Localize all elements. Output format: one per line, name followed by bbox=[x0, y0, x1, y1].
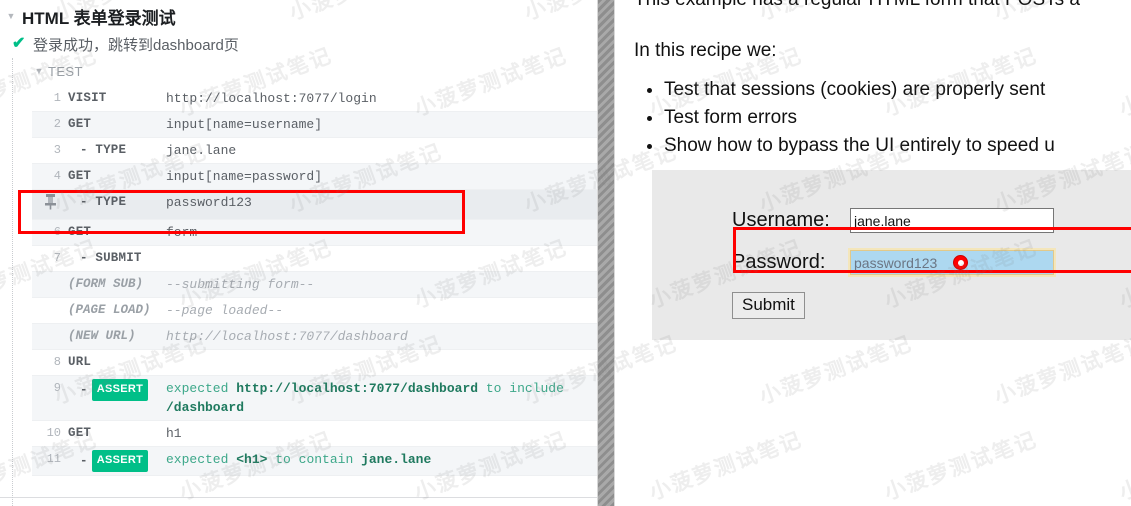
username-input[interactable] bbox=[850, 208, 1054, 233]
password-row: Password: bbox=[652, 248, 1131, 277]
command-method: GET bbox=[68, 117, 92, 131]
test-runner-panel: ▼ HTML 表单登录测试 ✔ 登录成功，跳转到dashboard页 ▼ TES… bbox=[0, 0, 597, 506]
command-number: 2 bbox=[53, 117, 61, 131]
command-message: --page loaded-- bbox=[166, 303, 284, 318]
password-input[interactable] bbox=[848, 248, 1056, 277]
command-row[interactable]: (FORM SUB) --submitting form-- bbox=[32, 272, 597, 298]
command-row[interactable]: (PAGE LOAD) --page loaded-- bbox=[32, 298, 597, 324]
assert-badge: ASSERT bbox=[91, 450, 149, 472]
username-row: Username: bbox=[652, 208, 1131, 233]
username-label: Username: bbox=[732, 209, 830, 231]
command-method: (PAGE LOAD) bbox=[68, 303, 151, 317]
command-row[interactable]: 7 - SUBMIT bbox=[32, 246, 597, 272]
command-method: VISIT bbox=[68, 91, 107, 105]
assert-text: to include bbox=[478, 381, 564, 396]
assert-badge: ASSERT bbox=[91, 379, 149, 401]
command-message: input[name=username] bbox=[166, 117, 323, 132]
command-method: (FORM SUB) bbox=[68, 277, 144, 291]
command-row[interactable]: 8 URL bbox=[32, 350, 597, 376]
command-message: http://localhost:7077/dashboard bbox=[166, 329, 408, 344]
chevron-down-icon[interactable]: ▼ bbox=[32, 66, 46, 76]
command-row[interactable]: (NEW URL) http://localhost:7077/dashboard bbox=[32, 324, 597, 350]
command-row[interactable]: 3 - TYPE jane.lane bbox=[32, 138, 597, 164]
password-input-wrapper bbox=[848, 248, 1056, 277]
recipe-list-item: Show how to bypass the UI entirely to sp… bbox=[664, 132, 1131, 160]
pin-glyph bbox=[44, 194, 56, 210]
cursor-pointer-icon bbox=[953, 255, 968, 270]
check-passed-icon: ✔ bbox=[12, 35, 26, 52]
command-method: GET bbox=[68, 225, 92, 239]
assert-actual: <h1> bbox=[236, 452, 268, 467]
assert-text: expected bbox=[166, 452, 237, 467]
panel-resize-handle[interactable] bbox=[597, 0, 615, 506]
recipe-list-item: Test form errors bbox=[664, 104, 1131, 132]
recipe-list: Test that sessions (cookies) are properl… bbox=[634, 76, 1131, 160]
assert-expected: /dashboard bbox=[166, 400, 245, 415]
command-row[interactable]: 2 GET input[name=username] bbox=[32, 112, 597, 138]
command-method: GET bbox=[68, 169, 92, 183]
command-method: - ASSERT bbox=[68, 379, 166, 401]
test-header[interactable]: ✔ 登录成功，跳转到dashboard页 bbox=[4, 30, 597, 58]
assert-text: expected bbox=[166, 381, 237, 396]
command-message: expected http://localhost:7077/dashboard… bbox=[166, 379, 597, 417]
command-message: password123 bbox=[166, 195, 252, 210]
command-number: 7 bbox=[53, 251, 61, 265]
command-message: form bbox=[166, 225, 198, 240]
command-message: input[name=password] bbox=[166, 169, 323, 184]
assert-dash: - bbox=[80, 453, 88, 468]
assert-text: to contain bbox=[267, 452, 362, 467]
suite-title: HTML 表单登录测试 bbox=[22, 8, 176, 28]
chevron-down-icon[interactable]: ▼ bbox=[4, 11, 18, 21]
assert-dash: - bbox=[80, 382, 88, 397]
command-row[interactable]: 4 GET input[name=password] bbox=[32, 164, 597, 190]
hook-header[interactable]: ▼ TEST bbox=[32, 58, 597, 84]
recipe-list-item: Test that sessions (cookies) are properl… bbox=[664, 76, 1131, 104]
test-name: 登录成功，跳转到dashboard页 bbox=[33, 36, 239, 54]
pin-icon[interactable] bbox=[32, 193, 68, 216]
command-method: - SUBMIT bbox=[80, 251, 142, 265]
suite-header[interactable]: ▼ HTML 表单登录测试 bbox=[0, 0, 597, 30]
command-message: http://localhost:7077/login bbox=[166, 91, 377, 106]
command-message: --submitting form-- bbox=[166, 277, 315, 292]
command-row[interactable]: 6 GET form bbox=[32, 220, 597, 246]
command-number: 10 bbox=[46, 426, 61, 440]
aut-content: This example has a regular HTML form tha… bbox=[616, 0, 1131, 340]
command-row[interactable]: 10 GET h1 bbox=[32, 421, 597, 447]
assert-actual: http://localhost:7077/dashboard bbox=[236, 381, 479, 396]
recipe-lead: In this recipe we: bbox=[634, 40, 777, 61]
command-row[interactable]: 9- ASSERT expected http://localhost:7077/d… bbox=[32, 376, 597, 421]
command-row[interactable]: - TYPE password123 bbox=[32, 190, 597, 220]
test-block: ✔ 登录成功，跳转到dashboard页 ▼ TEST 1 VISIT http:/… bbox=[0, 30, 597, 506]
command-number: 8 bbox=[53, 355, 61, 369]
command-row[interactable]: 1 VISIT http://localhost:7077/login bbox=[32, 86, 597, 112]
assert-expected: jane.lane bbox=[361, 452, 432, 467]
command-number: 9 bbox=[53, 381, 61, 395]
hook-group: ▼ TEST 1 VISIT http://localhost:7077/login… bbox=[12, 58, 597, 506]
command-message: jane.lane bbox=[166, 143, 237, 158]
submit-button[interactable]: Submit bbox=[732, 292, 805, 319]
command-method: URL bbox=[68, 355, 92, 369]
command-method: - TYPE bbox=[80, 143, 127, 157]
login-form: Username: Password: Submit bbox=[652, 170, 1131, 340]
application-under-test-panel[interactable]: This example has a regular HTML form tha… bbox=[616, 0, 1131, 506]
intro-paragraph-clipped: This example has a regular HTML form tha… bbox=[634, 0, 1131, 12]
command-message: h1 bbox=[166, 426, 182, 441]
command-number: 3 bbox=[53, 143, 61, 157]
command-method: GET bbox=[68, 426, 92, 440]
command-number: 6 bbox=[53, 225, 61, 239]
command-number: 1 bbox=[53, 91, 61, 105]
command-row[interactable]: 11- ASSERT expected <h1> to contain jane.l… bbox=[32, 447, 597, 476]
password-label: Password: bbox=[732, 251, 826, 273]
command-number: 11 bbox=[46, 452, 61, 466]
runner-scroll-area[interactable]: ▼ HTML 表单登录测试 ✔ 登录成功，跳转到dashboard页 ▼ TES… bbox=[0, 0, 597, 506]
command-number: 4 bbox=[53, 169, 61, 183]
command-list: 1 VISIT http://localhost:7077/login 2 GET inp… bbox=[32, 86, 597, 476]
command-message: expected <h1> to contain jane.lane bbox=[166, 450, 597, 469]
command-method: - ASSERT bbox=[68, 450, 166, 472]
command-method: - TYPE bbox=[80, 195, 127, 209]
command-method: (NEW URL) bbox=[68, 329, 136, 343]
hook-label: TEST bbox=[48, 63, 83, 79]
